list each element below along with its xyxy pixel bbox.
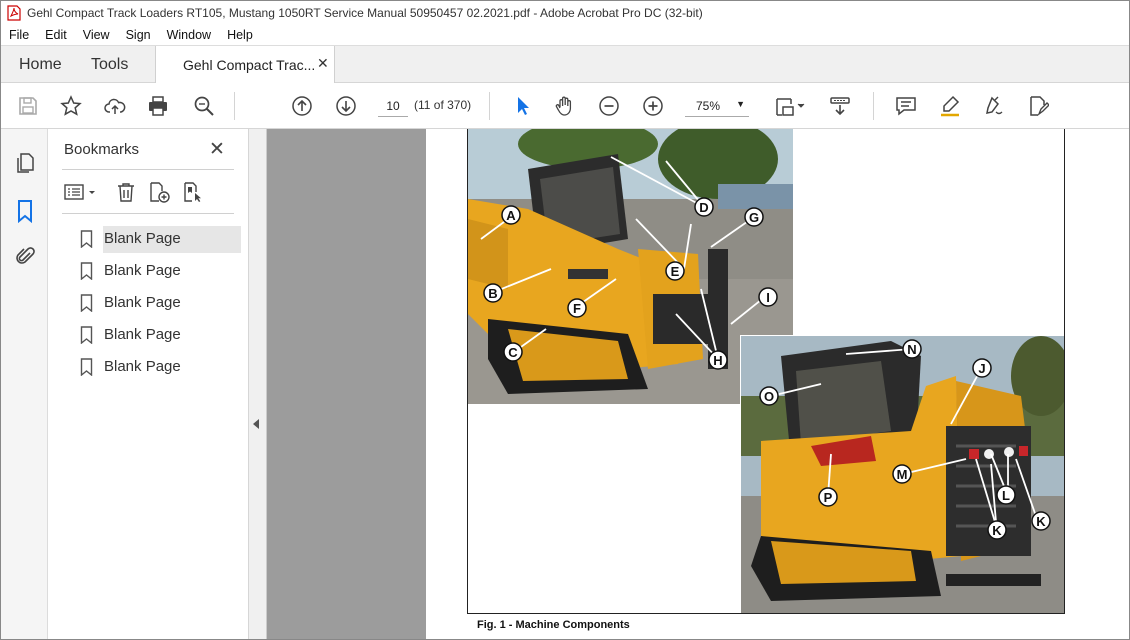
- options-menu-icon[interactable]: [64, 181, 98, 203]
- toolbar-separator: [234, 92, 235, 120]
- bookmarks-panel-icon[interactable]: [13, 199, 37, 223]
- highlight-pen-icon[interactable]: [937, 94, 963, 118]
- tab-home[interactable]: Home: [19, 56, 62, 74]
- bookmark-icon: [80, 358, 93, 376]
- next-page-icon[interactable]: [333, 94, 359, 118]
- figure-frame: [467, 129, 1065, 614]
- sign-pen-icon[interactable]: [981, 94, 1007, 118]
- panel-divider: [62, 169, 234, 170]
- bookmark-icon: [80, 262, 93, 280]
- comment-icon[interactable]: [893, 94, 919, 118]
- scroll-mode-icon[interactable]: [827, 94, 853, 118]
- bookmark-star-icon[interactable]: [58, 94, 84, 118]
- collapse-arrow-icon: [253, 419, 259, 429]
- main-toolbar: 10 (11 of 370) 75% ▼: [1, 83, 1129, 129]
- upload-cloud-icon[interactable]: [102, 94, 128, 118]
- toolbar-separator: [489, 92, 490, 120]
- menu-view[interactable]: View: [75, 28, 118, 42]
- left-rail: [1, 129, 48, 639]
- chevron-down-icon: ▼: [736, 99, 745, 109]
- zoom-level-value: 75%: [696, 99, 721, 113]
- tab-document-label: Gehl Compact Trac...: [183, 57, 316, 73]
- close-tab-icon[interactable]: ✕: [317, 55, 329, 72]
- hand-tool-icon[interactable]: [552, 94, 578, 118]
- bookmark-item[interactable]: Blank Page: [104, 326, 181, 343]
- add-bookmark-icon[interactable]: [148, 181, 170, 203]
- bookmark-item[interactable]: Blank Page: [104, 230, 181, 247]
- pdf-page: A B C D E F G H I J K K L M N O P Fig. 1…: [426, 129, 1129, 639]
- zoom-in-icon[interactable]: [640, 94, 666, 118]
- close-panel-icon[interactable]: ✕: [209, 138, 225, 161]
- panel-collapse-handle[interactable]: [249, 129, 267, 639]
- attachments-icon[interactable]: [13, 245, 37, 269]
- bookmarks-title: Bookmarks: [64, 141, 140, 158]
- bookmark-icon: [80, 326, 93, 344]
- title-bar: Gehl Compact Track Loaders RT105, Mustan…: [1, 1, 1129, 25]
- page-number-input[interactable]: 10: [378, 95, 408, 117]
- bookmark-item[interactable]: Blank Page: [104, 294, 181, 311]
- page-count-label: (11 of 370): [414, 98, 472, 112]
- bookmark-icon: [80, 230, 93, 248]
- zoom-search-icon[interactable]: [191, 94, 217, 118]
- menu-window[interactable]: Window: [159, 28, 219, 42]
- tab-bar: Home Tools Gehl Compact Trac... ✕: [1, 45, 1129, 84]
- menu-sign[interactable]: Sign: [118, 28, 159, 42]
- zoom-level-select[interactable]: 75% ▼: [685, 95, 749, 117]
- tab-tools[interactable]: Tools: [91, 56, 128, 74]
- fill-sign-icon[interactable]: [1025, 94, 1051, 118]
- window-title: Gehl Compact Track Loaders RT105, Mustan…: [27, 6, 703, 20]
- menu-bar: File Edit View Sign Window Help: [1, 25, 1129, 45]
- menu-help[interactable]: Help: [219, 28, 261, 42]
- page-thumbnails-icon[interactable]: [13, 151, 37, 175]
- page-fit-icon[interactable]: [772, 94, 808, 118]
- bookmarks-panel: Bookmarks ✕ Blank Page Blank Page Blank …: [48, 129, 249, 639]
- menu-file[interactable]: File: [1, 28, 37, 42]
- previous-page-icon[interactable]: [289, 94, 315, 118]
- toolbar-separator: [873, 92, 874, 120]
- acrobat-window: Gehl Compact Track Loaders RT105, Mustan…: [0, 0, 1130, 640]
- bookmark-icon: [80, 294, 93, 312]
- print-icon[interactable]: [145, 94, 171, 118]
- document-viewer[interactable]: A B C D E F G H I J K K L M N O P Fig. 1…: [267, 129, 1129, 639]
- zoom-out-icon[interactable]: [596, 94, 622, 118]
- tab-document[interactable]: Gehl Compact Trac... ✕: [155, 46, 335, 84]
- bookmark-item[interactable]: Blank Page: [104, 262, 181, 279]
- bookmark-item[interactable]: Blank Page: [104, 358, 181, 375]
- menu-edit[interactable]: Edit: [37, 28, 75, 42]
- panel-divider: [62, 213, 234, 214]
- save-icon[interactable]: [15, 94, 41, 118]
- figure-caption: Fig. 1 - Machine Components: [477, 619, 630, 631]
- select-cursor-icon[interactable]: [509, 94, 535, 118]
- delete-bookmark-icon[interactable]: [115, 181, 137, 203]
- bookmark-from-selection-icon[interactable]: [182, 181, 204, 203]
- acrobat-app-icon: [7, 5, 21, 21]
